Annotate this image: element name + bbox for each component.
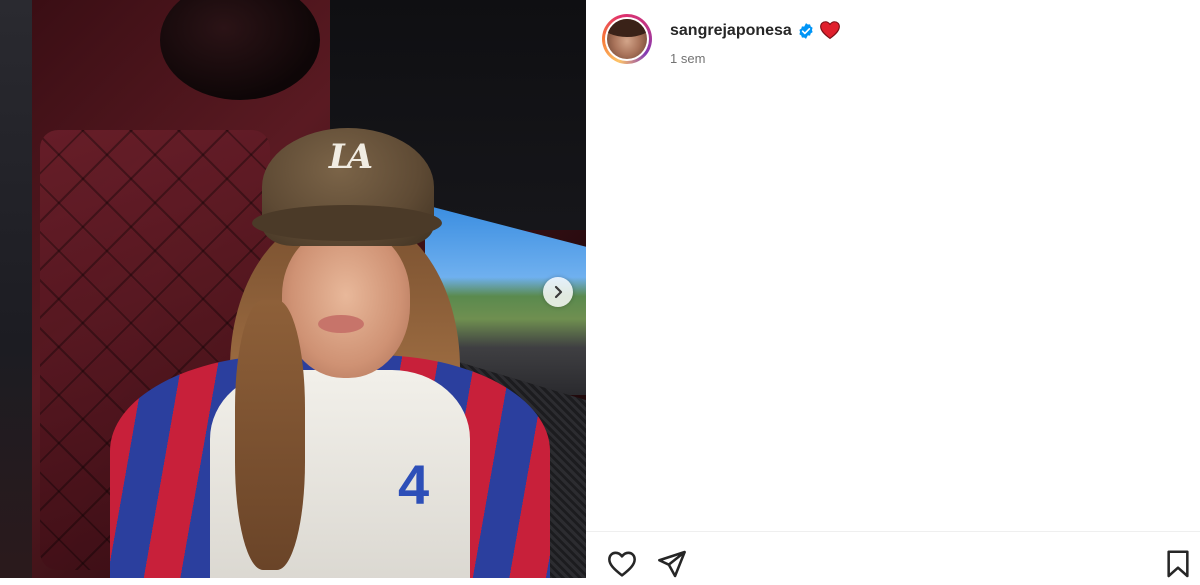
story-ring[interactable]	[602, 14, 652, 64]
shirt-number: 4	[398, 453, 430, 516]
share-button[interactable]	[656, 548, 688, 580]
post-timestamp[interactable]: 1 sem	[670, 51, 705, 67]
post-media[interactable]: 4 LA	[0, 0, 586, 578]
chevron-right-icon	[554, 285, 563, 299]
previous-media-edge	[0, 0, 32, 578]
carousel-next-button[interactable]	[543, 277, 573, 307]
paper-plane-icon	[658, 550, 686, 578]
person-lips	[318, 315, 364, 333]
baseball-cap-brim	[252, 205, 442, 241]
save-button[interactable]	[1162, 548, 1194, 580]
person-hair-strand	[235, 300, 305, 570]
cap-logo: LA	[328, 137, 373, 177]
instagram-post: 4 LA sangrejaponesa 1 sem	[0, 0, 1200, 578]
bookmark-icon	[1167, 550, 1189, 578]
heart-outline-icon	[608, 551, 636, 577]
post-sidebar: sangrejaponesa 1 sem	[586, 0, 1200, 578]
post-header: sangrejaponesa 1 sem	[586, 0, 1200, 80]
avatar	[607, 19, 647, 59]
username-link[interactable]: sangrejaponesa	[670, 21, 792, 41]
post-actions	[586, 532, 1200, 578]
like-button[interactable]	[606, 548, 638, 580]
verified-badge-icon	[799, 23, 813, 39]
red-heart-emoji-icon	[820, 21, 840, 40]
